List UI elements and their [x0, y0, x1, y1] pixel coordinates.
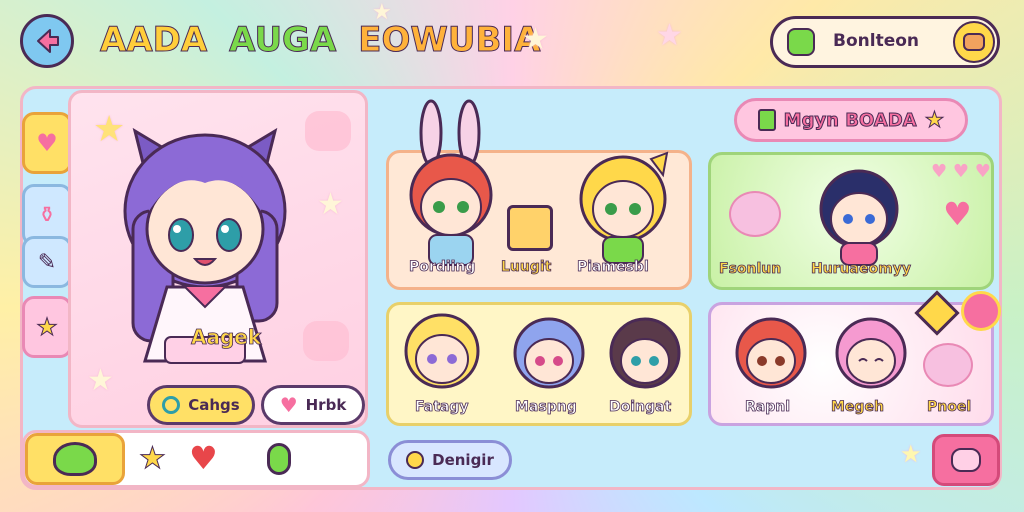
star-icon: ★ [36, 313, 58, 342]
member-name: Huruaeomyy [811, 261, 912, 278]
member-name: Pnoel [927, 399, 972, 416]
wand-icon: ✎ [37, 249, 57, 275]
heart-icon: ♥ [943, 195, 972, 233]
cake-icon [507, 205, 553, 251]
sidebar-item-stars[interactable]: ★ [22, 296, 72, 358]
slime-icon [53, 442, 97, 476]
sidebar-item-tools[interactable]: ✎ [22, 236, 72, 288]
heart-button[interactable]: ♥ Hrbk [261, 385, 365, 425]
star-icon[interactable]: ★ [139, 441, 167, 477]
inventory-bar: ★ ♥ [22, 430, 370, 488]
title-word-1: AADA [99, 20, 208, 61]
cactus-icon [787, 28, 815, 56]
palette-icon [406, 451, 425, 469]
group-card[interactable]: ♥ ♥ ♥ ♥ Fsonlun Huruaeomyy [708, 152, 994, 290]
group-card[interactable]: Fatagy Maspng Doingat [386, 302, 692, 426]
character-avatar [819, 169, 899, 266]
member-name: Megeh [831, 399, 885, 416]
design-button-label: Denigir [432, 451, 494, 469]
section-title: Mgyn BOADA ★ [734, 98, 968, 142]
pet-button[interactable] [932, 434, 1000, 486]
bottle-icon: ⚱ [37, 202, 57, 228]
heart-icon: ♥ ♥ ♥ [931, 161, 991, 182]
member-name: Doingat [609, 399, 672, 416]
character-avatar [579, 151, 669, 264]
search-bar[interactable]: Bonlteon [770, 16, 1000, 68]
group-card[interactable]: Pordiing Luugit Piamesbl [386, 99, 692, 290]
character-avatar [404, 313, 480, 389]
member-name: Pordiing [409, 259, 476, 276]
star-decoration: ★ [656, 18, 683, 53]
character-avatar [409, 99, 493, 266]
character-avatar [735, 317, 807, 389]
book-icon [757, 109, 776, 131]
search-button[interactable] [953, 21, 995, 63]
page-title: AADA AUGA EOWUBIA [99, 20, 541, 61]
paw-icon [303, 321, 349, 361]
character-avatar [513, 317, 585, 389]
paw-icon [305, 111, 351, 151]
bean-icon[interactable] [267, 443, 291, 475]
heart-button-label: Hrbk [305, 396, 347, 414]
bear-icon [729, 191, 781, 237]
member-name: Maspng [515, 399, 578, 416]
back-button[interactable] [20, 14, 74, 68]
search-icon [162, 396, 181, 414]
member-name: Luugit [501, 259, 552, 276]
member-name: Piamesbl [577, 259, 650, 276]
star-decoration: ★ [317, 187, 344, 222]
back-arrow-icon [37, 29, 59, 53]
cookie-icon[interactable] [961, 291, 1001, 331]
sidebar-item-favorites[interactable]: ♥ [22, 112, 72, 174]
star-icon: ★ [924, 107, 945, 133]
cookie-icon [963, 33, 985, 51]
character-avatar [835, 317, 907, 389]
star-decoration: ★ [522, 22, 549, 57]
bear-icon [923, 343, 973, 387]
character-avatar [609, 317, 681, 389]
member-name: Fatagy [415, 399, 469, 416]
character-name: Aagek [191, 325, 262, 350]
member-name: Rapnl [745, 399, 791, 416]
slime-slot[interactable] [25, 433, 125, 485]
heart-icon[interactable]: ♥ [189, 439, 218, 477]
heart-icon: ♥ [279, 393, 298, 417]
group-card[interactable]: Rapnl Megeh Pnoel [708, 290, 1001, 426]
chat-button[interactable]: Cahgs [147, 385, 255, 425]
title-word-2: AUGA [229, 20, 337, 61]
member-name: Fsonlun [719, 261, 782, 278]
paw-icon [951, 448, 981, 472]
title-word-3: EOWUBIA [358, 20, 541, 61]
search-label: Bonlteon [833, 31, 920, 51]
chat-button-label: Cahgs [188, 396, 240, 414]
top-bar: AADA AUGA EOWUBIA ★ ★ ★ Bonlteon [0, 0, 1024, 84]
design-button[interactable]: Denigir [388, 440, 512, 480]
profile-card: ★ ★ ★ Aagek Cahgs ♥ Hrbk [68, 90, 368, 428]
star-decoration: ★ [372, 0, 392, 25]
heart-icon: ♥ [36, 129, 58, 157]
star-decoration: ★ [900, 440, 922, 468]
